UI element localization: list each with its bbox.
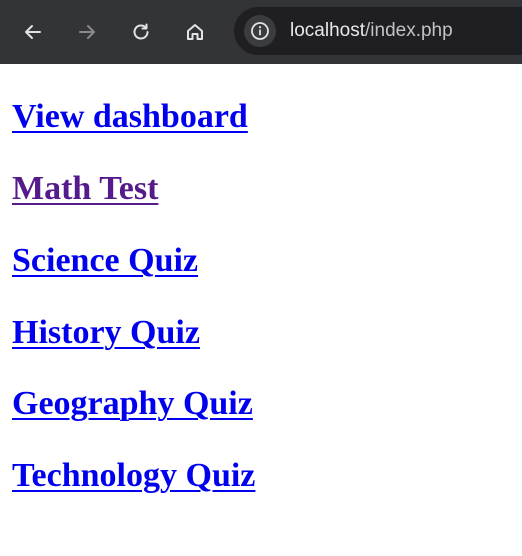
browser-toolbar: localhost/index.php	[0, 0, 522, 64]
view-dashboard-link[interactable]: View dashboard	[12, 98, 248, 135]
page-content: View dashboard Math Test Science Quiz Hi…	[0, 64, 522, 556]
link-heading: Science Quiz	[12, 241, 198, 281]
back-button[interactable]	[15, 14, 51, 50]
link-heading: Geography Quiz	[12, 384, 253, 424]
link-heading: Technology Quiz	[12, 456, 255, 496]
link-heading: View dashboard	[12, 97, 248, 137]
site-info-button[interactable]	[244, 15, 276, 47]
link-heading: History Quiz	[12, 313, 200, 353]
link-heading: Math Test	[12, 169, 158, 209]
arrow-right-icon	[79, 25, 95, 39]
info-icon	[251, 22, 269, 40]
technology-quiz-link[interactable]: Technology Quiz	[12, 457, 255, 494]
arrow-left-icon	[25, 25, 41, 39]
reload-icon	[133, 23, 149, 40]
forward-button[interactable]	[69, 14, 105, 50]
science-quiz-link[interactable]: Science Quiz	[12, 242, 198, 279]
address-bar[interactable]: localhost/index.php	[234, 7, 522, 55]
home-button[interactable]	[177, 14, 213, 50]
reload-button[interactable]	[123, 14, 159, 50]
url-text[interactable]: localhost/index.php	[290, 19, 453, 43]
home-icon	[187, 24, 203, 40]
url-host: localhost	[290, 20, 365, 41]
math-test-link[interactable]: Math Test	[12, 170, 158, 207]
url-path: /index.php	[365, 20, 453, 41]
history-quiz-link[interactable]: History Quiz	[12, 314, 200, 351]
geography-quiz-link[interactable]: Geography Quiz	[12, 385, 253, 422]
